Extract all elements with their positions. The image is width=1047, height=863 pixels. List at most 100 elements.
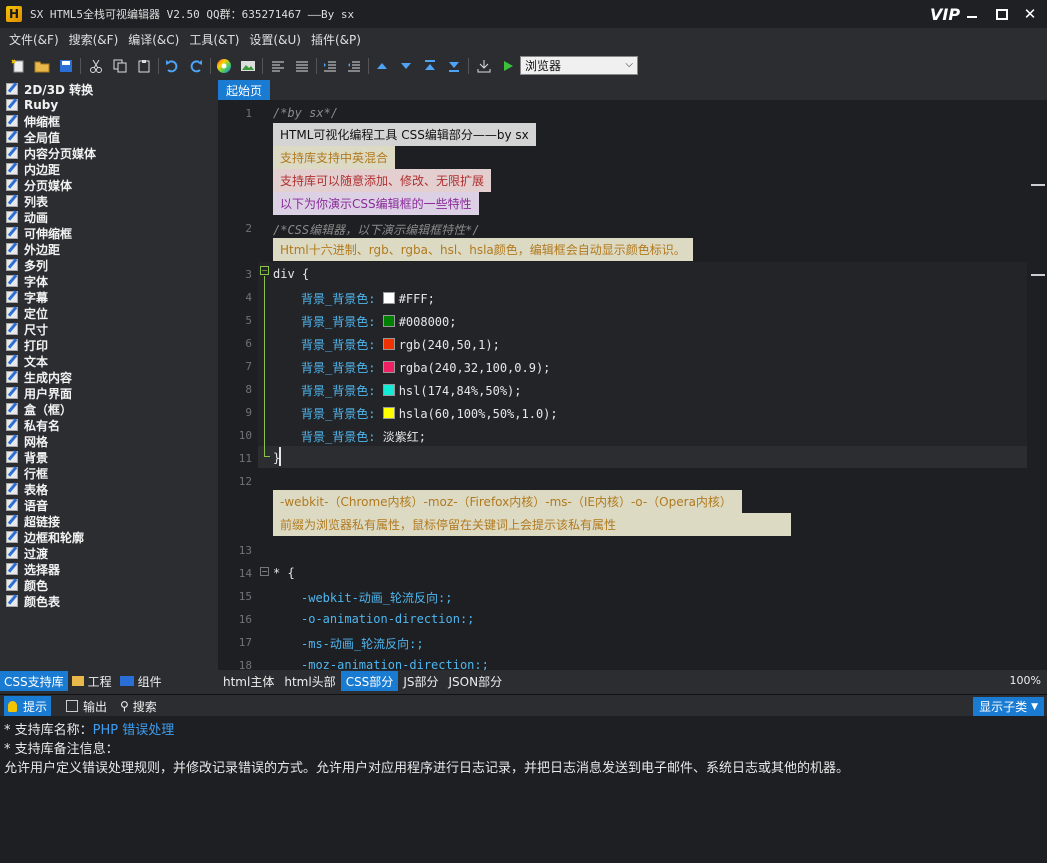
align-justify-button[interactable]	[292, 56, 312, 76]
sidebar-item[interactable]: 选择器	[6, 561, 60, 577]
library-name-value[interactable]: PHP 错误处理	[93, 723, 175, 738]
move-up-button[interactable]	[372, 56, 392, 76]
tab-css[interactable]: CSS部分	[340, 671, 399, 691]
menu-compile[interactable]: 编译(&C)	[128, 31, 179, 48]
css-property: -o-animation-direction:;	[301, 612, 475, 626]
align-left-button[interactable]	[268, 56, 288, 76]
tab-start-page[interactable]: 起始页	[218, 80, 271, 100]
sidebar-item[interactable]: 行框	[6, 465, 48, 481]
sidebar-item[interactable]: 动画	[6, 209, 48, 225]
cut-button[interactable]	[86, 56, 106, 76]
menu-tools[interactable]: 工具(&T)	[189, 31, 239, 48]
move-top-button[interactable]	[420, 56, 440, 76]
move-bottom-button[interactable]	[444, 56, 464, 76]
color-picker-button[interactable]	[214, 56, 234, 76]
image-button[interactable]	[238, 56, 258, 76]
current-line	[258, 446, 1027, 468]
maximize-button[interactable]	[988, 4, 1016, 24]
tab-js[interactable]: JS部分	[398, 671, 443, 691]
sidebar-item[interactable]: 字幕	[6, 289, 48, 305]
color-swatch[interactable]	[382, 338, 395, 350]
redo-button[interactable]	[186, 56, 206, 76]
sidebar-item[interactable]: 边框和轮廓	[6, 529, 84, 545]
tab-hint[interactable]: 提示	[4, 696, 52, 716]
save-button[interactable]	[56, 56, 76, 76]
outdent-button[interactable]	[344, 56, 364, 76]
pencil-doc-icon	[6, 323, 18, 335]
sidebar-item[interactable]: 内边距	[6, 161, 60, 177]
sidebar-item[interactable]: 语音	[6, 497, 48, 513]
menu-plugins[interactable]: 插件(&P)	[311, 31, 361, 48]
code-editor[interactable]: 1 2 3 4 5 6 7 8 9 10 11 12 13 14 15 16 1…	[218, 100, 1047, 670]
sidebar-item[interactable]: 伸缩框	[6, 113, 60, 129]
sidebar-item[interactable]: 尺寸	[6, 321, 48, 337]
tab-html-head[interactable]: html头部	[279, 671, 340, 691]
menu-settings[interactable]: 设置(&U)	[249, 31, 301, 48]
download-button[interactable]	[474, 56, 494, 76]
paste-button[interactable]	[134, 56, 154, 76]
sidebar-item[interactable]: 颜色	[6, 577, 48, 593]
sidebar-item[interactable]: 字体	[6, 273, 48, 289]
sidebar-item[interactable]: 2D/3D 转换	[6, 81, 93, 97]
tab-components[interactable]: 组件	[116, 671, 166, 691]
undo-button[interactable]	[162, 56, 182, 76]
sidebar-item-label: 内边距	[24, 162, 61, 177]
browser-select[interactable]: 浏览器 ⌵	[520, 56, 638, 75]
color-swatch[interactable]	[382, 315, 395, 327]
sidebar-item[interactable]: 外边距	[6, 241, 60, 257]
sidebar-item[interactable]: 多列	[6, 257, 48, 273]
sidebar-item[interactable]: 私有名	[6, 417, 60, 433]
new-file-button[interactable]	[8, 56, 28, 76]
vip-badge[interactable]: VIP	[930, 5, 960, 24]
fold-toggle[interactable]: −	[260, 266, 269, 275]
css-declaration: 背景_背景色: #008000;	[301, 313, 456, 330]
sidebar-item[interactable]: 过渡	[6, 545, 48, 561]
sidebar-item[interactable]: 颜色表	[6, 593, 60, 609]
copy-button[interactable]	[110, 56, 130, 76]
menu-search[interactable]: 搜索(&F)	[69, 31, 119, 48]
sidebar-item[interactable]: 超链接	[6, 513, 60, 529]
tab-output[interactable]: 输出	[62, 696, 111, 716]
indent-button[interactable]	[320, 56, 340, 76]
tab-json[interactable]: JSON部分	[443, 671, 507, 691]
menu-file[interactable]: 文件(&F)	[9, 31, 59, 48]
tab-project[interactable]: 工程	[68, 671, 116, 691]
tab-css-library[interactable]: CSS支持库	[0, 671, 68, 691]
outdent-icon	[348, 61, 360, 72]
arrow-top-icon	[425, 60, 435, 70]
sidebar-item[interactable]: 打印	[6, 337, 48, 353]
line-number: 6	[245, 337, 252, 350]
tab-html-body[interactable]: html主体	[218, 671, 279, 691]
sidebar-item[interactable]: 生成内容	[6, 369, 72, 385]
sidebar-item[interactable]: 网格	[6, 433, 48, 449]
sidebar-item[interactable]: 内容分页媒体	[6, 145, 96, 161]
sidebar-item[interactable]: 列表	[6, 193, 48, 209]
sidebar-item[interactable]: 背景	[6, 449, 48, 465]
sidebar-item[interactable]: 可伸缩框	[6, 225, 72, 241]
sidebar-item[interactable]: 定位	[6, 305, 48, 321]
sidebar-item[interactable]: 表格	[6, 481, 48, 497]
pencil-doc-icon	[6, 291, 18, 303]
sidebar-item[interactable]: 盒（框）	[6, 401, 72, 417]
color-swatch[interactable]	[382, 407, 395, 419]
color-swatch[interactable]	[382, 292, 395, 304]
open-folder-button[interactable]	[32, 56, 52, 76]
pencil-doc-icon	[6, 579, 18, 591]
fold-toggle[interactable]: −	[260, 567, 269, 576]
paste-icon	[138, 60, 150, 73]
run-button[interactable]	[498, 56, 518, 76]
undo-icon	[166, 60, 178, 73]
sidebar-item[interactable]: 分页媒体	[6, 177, 72, 193]
color-swatch[interactable]	[382, 384, 395, 396]
show-subclass-button[interactable]: 显示子类 ▼	[973, 697, 1044, 716]
sidebar-item[interactable]: 文本	[6, 353, 48, 369]
line-number: 18	[238, 659, 252, 670]
color-swatch[interactable]	[382, 361, 395, 373]
sidebar-item[interactable]: 用户界面	[6, 385, 72, 401]
move-down-button[interactable]	[396, 56, 416, 76]
close-button[interactable]: ✕	[1016, 4, 1044, 24]
sidebar-item[interactable]: Ruby	[6, 97, 58, 113]
sidebar-item[interactable]: 全局值	[6, 129, 60, 145]
minimize-button[interactable]	[958, 4, 986, 24]
tab-search[interactable]: ⚲ 搜索	[116, 696, 161, 716]
